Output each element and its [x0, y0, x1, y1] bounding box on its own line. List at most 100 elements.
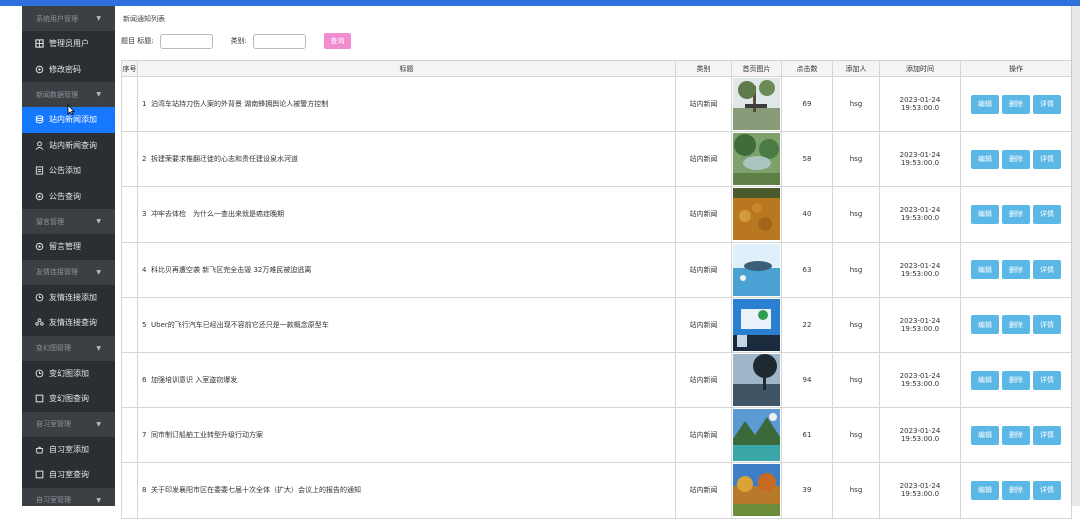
- clicks-cell: 69: [781, 75, 833, 133]
- time-cell: 2023-01-24 19:53:00.0: [879, 351, 961, 409]
- sidebar-item-label: 自习室添加: [49, 444, 89, 454]
- query-button[interactable]: 查询: [323, 33, 351, 49]
- sidebar-item[interactable]: 修改密码: [22, 57, 115, 83]
- column-header: 添加时间: [879, 60, 961, 77]
- title-cell: 8 关于印发襄阳市区在委委七届十次全体（扩大）会议上的报告的通知: [137, 462, 676, 519]
- edit-button[interactable]: 编辑: [971, 480, 999, 500]
- time-cell: 2023-01-24 19:53:00.0: [879, 241, 961, 298]
- edit-button[interactable]: 编辑: [971, 149, 999, 169]
- sidebar-item-label: 留言管理: [49, 242, 81, 252]
- edit-button[interactable]: 编辑: [971, 370, 999, 390]
- news-title: 泊湾车站持刀伤人案的外背景 湖南蜂拥舆论人被警方控制: [151, 100, 329, 109]
- actions-cell: 编辑 删除 详情: [960, 351, 1072, 409]
- edit-button[interactable]: 编辑: [971, 204, 999, 224]
- sidebar-item-label: 管理员用户: [49, 39, 89, 49]
- delete-button[interactable]: 删除: [1002, 370, 1030, 390]
- main-content: 新闻通知列表 题目 标题: 类别: 查询 序号 标题 类别 首页图片 点击数 添加人 添加时…: [115, 6, 1072, 519]
- title-search-input[interactable]: [159, 33, 213, 49]
- sidebar-item[interactable]: 自习室查询: [22, 462, 115, 488]
- delete-button[interactable]: 删除: [1002, 204, 1030, 224]
- row-index: 7: [142, 431, 147, 440]
- detail-button[interactable]: 详情: [1033, 94, 1061, 114]
- detail-button[interactable]: 详情: [1033, 370, 1061, 390]
- thumbnail-cell: [731, 462, 782, 519]
- sidebar-item[interactable]: 留言管理: [22, 234, 115, 260]
- chevron-down-icon: ▼: [96, 496, 101, 504]
- sidebar-item-label: 友情连接添加: [49, 292, 97, 302]
- sidebar-item[interactable]: 公告查询: [22, 184, 115, 210]
- edit-button[interactable]: 编辑: [971, 94, 999, 114]
- thumbnail-cell: [731, 131, 782, 188]
- sidebar-item[interactable]: 友情连接查询: [22, 310, 115, 336]
- detail-button[interactable]: 详情: [1033, 315, 1061, 335]
- detail-button[interactable]: 详情: [1033, 149, 1061, 169]
- author-cell: hsg: [832, 241, 880, 298]
- category-search-input[interactable]: [252, 33, 306, 49]
- sidebar-item[interactable]: 公告添加: [22, 158, 115, 184]
- sidebar-item[interactable]: 友情连接添加: [22, 285, 115, 311]
- sidebar-item[interactable]: 管理员用户: [22, 31, 115, 57]
- title-cell: 3 冲牢去体检 为什么一查出来就是癌症晚期: [137, 186, 676, 243]
- chevron-down-icon: ▼: [96, 268, 101, 276]
- news-title: 加强培训意识 入室盗窃爆发: [151, 376, 238, 385]
- category-label: 类别:: [230, 37, 247, 45]
- column-header: 序号: [121, 60, 138, 77]
- news-title: 关于印发襄阳市区在委委七届十次全体（扩大）会议上的报告的通知: [151, 486, 361, 495]
- category-cell: 站内新闻: [675, 241, 732, 298]
- author-cell: hsg: [832, 462, 880, 519]
- people-icon: [35, 318, 44, 327]
- edit-button[interactable]: 编辑: [971, 260, 999, 280]
- delete-button[interactable]: 删除: [1002, 260, 1030, 280]
- scrollbar[interactable]: [1071, 6, 1080, 506]
- column-header: 类别: [675, 60, 732, 77]
- square-icon: [35, 394, 44, 403]
- category-cell: 站内新闻: [675, 296, 732, 353]
- category-cell: 站内新闻: [675, 351, 732, 409]
- thumbnail-image: [733, 243, 780, 296]
- detail-button[interactable]: 详情: [1033, 480, 1061, 500]
- sidebar-group-header[interactable]: 留言管理 ▼: [22, 209, 115, 234]
- sidebar-group-header[interactable]: 自习室管理 ▼: [22, 411, 115, 437]
- sidebar-item[interactable]: 变幻图添加: [22, 361, 115, 387]
- delete-button[interactable]: 删除: [1002, 425, 1030, 445]
- edit-button[interactable]: 编辑: [971, 425, 999, 445]
- delete-button[interactable]: 删除: [1002, 480, 1030, 500]
- time-cell: 2023-01-24 19:53:00.0: [879, 186, 961, 243]
- thumbnail-image: [733, 298, 780, 351]
- column-header: 添加人: [832, 60, 880, 77]
- column-header: 点击数: [781, 60, 833, 77]
- sidebar-item[interactable]: 站内新闻查询: [22, 133, 115, 159]
- breadcrumb: 新闻通知列表: [123, 15, 165, 23]
- thumbnail-cell: [731, 351, 782, 409]
- delete-button[interactable]: 删除: [1002, 149, 1030, 169]
- row-index: 3: [142, 210, 147, 219]
- clicks-cell: 63: [781, 241, 833, 298]
- delete-button[interactable]: 删除: [1002, 315, 1030, 335]
- title-cell: 4 科比贝再遭空袭 新飞区完全击毁 32万难民被迫逃离: [137, 241, 676, 298]
- sidebar-item[interactable]: 变幻图查询: [22, 386, 115, 412]
- sidebar-item[interactable]: 自习室添加: [22, 437, 115, 463]
- detail-button[interactable]: 详情: [1033, 425, 1061, 445]
- row-index: 8: [142, 486, 147, 495]
- search-bar: 题目 标题: 类别: 查询: [121, 33, 351, 49]
- settings-icon: [35, 65, 44, 74]
- detail-button[interactable]: 详情: [1033, 260, 1061, 280]
- thumbnail-cell: [731, 407, 782, 464]
- clicks-cell: 61: [781, 407, 833, 464]
- sidebar-group-header[interactable]: 系统用户管理 ▼: [22, 6, 115, 31]
- chevron-down-icon: ▼: [96, 15, 101, 22]
- news-title: Uber的飞行汽车已经出现不容前它还只是一款概念原型车: [151, 320, 329, 329]
- row-number-cell: [121, 241, 138, 298]
- edit-button[interactable]: 编辑: [971, 315, 999, 335]
- detail-button[interactable]: 详情: [1033, 204, 1061, 224]
- sidebar-group-header[interactable]: 变幻图管理 ▼: [22, 335, 115, 361]
- sidebar-group-header[interactable]: 自习室管理 ▼: [22, 487, 115, 506]
- thumbnail-cell: [731, 296, 782, 353]
- sidebar-group-header[interactable]: 友情连接管理 ▼: [22, 259, 115, 285]
- sidebar-group-label: 留言管理: [36, 217, 64, 226]
- category-cell: 站内新闻: [675, 131, 732, 188]
- sidebar-group-label: 自习室管理: [36, 496, 71, 504]
- row-index: 5: [142, 320, 147, 329]
- clock-icon: [35, 293, 44, 302]
- delete-button[interactable]: 删除: [1002, 94, 1030, 114]
